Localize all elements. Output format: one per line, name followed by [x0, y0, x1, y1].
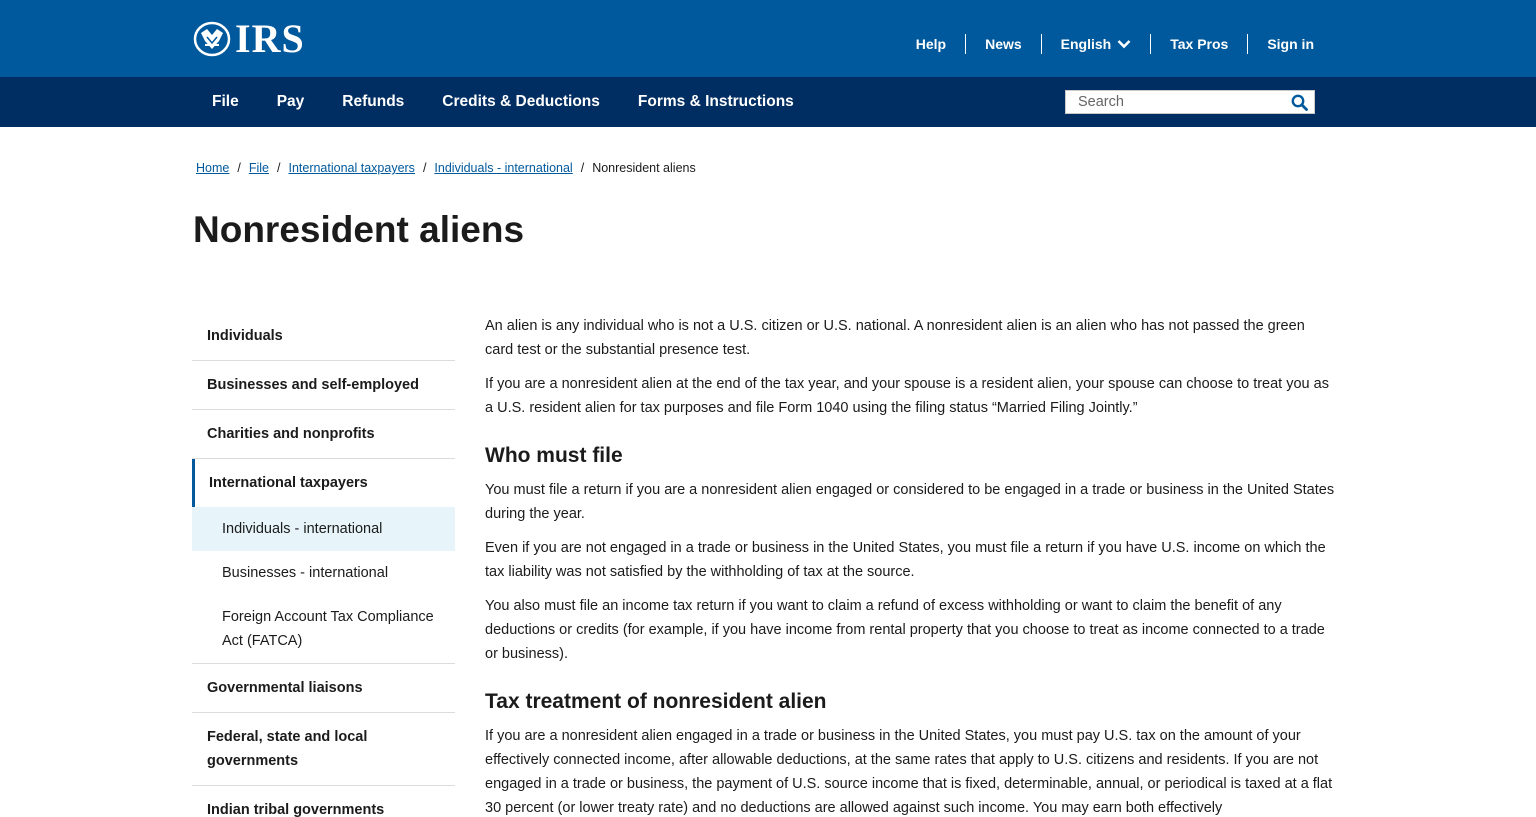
- logo-text: IRS: [235, 16, 305, 61]
- sidebar-item-businesses[interactable]: Businesses and self-employed: [192, 361, 455, 410]
- page-title: Nonresident aliens: [193, 209, 525, 250]
- who-paragraph: You must file a return if you are a nonr…: [485, 482, 1335, 522]
- section-heading-tax-treatment: Tax treatment of nonresident alien: [485, 690, 827, 713]
- sidebar-item-international-taxpayers[interactable]: International taxpayers: [192, 459, 455, 507]
- search-input[interactable]: [1066, 91, 1286, 113]
- news-link[interactable]: News: [965, 34, 1041, 54]
- section-heading-who-must-file: Who must file: [485, 444, 623, 467]
- breadcrumb-separator: /: [276, 161, 281, 175]
- language-dropdown[interactable]: English: [1040, 34, 1151, 54]
- nav-credits-deductions[interactable]: Credits & Deductions: [423, 77, 619, 127]
- news-label: News: [985, 36, 1022, 52]
- breadcrumb-separator: /: [580, 161, 585, 175]
- nav-refunds[interactable]: Refunds: [323, 77, 423, 127]
- sign-in-link[interactable]: Sign in: [1247, 34, 1314, 54]
- language-label: English: [1060, 36, 1112, 52]
- sidebar-item-governmental-liaisons[interactable]: Governmental liaisons: [192, 664, 455, 713]
- breadcrumb-home[interactable]: Home: [196, 161, 229, 175]
- breadcrumb-separator: /: [422, 161, 427, 175]
- sidebar-item-charities[interactable]: Charities and nonprofits: [192, 410, 455, 459]
- utility-nav: Help News English Tax Pros Sign in: [897, 34, 1314, 54]
- nav-file[interactable]: File: [193, 77, 258, 127]
- search-icon[interactable]: [1291, 94, 1308, 111]
- breadcrumb-file[interactable]: File: [249, 161, 269, 175]
- help-label: Help: [915, 36, 947, 52]
- nav-pay[interactable]: Pay: [258, 77, 324, 127]
- sidebar-subitem-individuals-international[interactable]: Individuals - international: [192, 507, 455, 551]
- main-content: An alien is any individual who is not a …: [485, 314, 1335, 817]
- help-link[interactable]: Help: [897, 34, 965, 54]
- intro-paragraph: An alien is any individual who is not a …: [485, 318, 1305, 358]
- sidebar-item-federal-state-local[interactable]: Federal, state and local governments: [192, 713, 455, 786]
- sidebar-subitem-fatca[interactable]: Foreign Account Tax Compliance Act (FATC…: [192, 595, 455, 664]
- irs-logo[interactable]: IRS: [193, 16, 305, 61]
- sidebar-item-indian-tribal[interactable]: Indian tribal governments: [192, 786, 455, 817]
- breadcrumb: Home / File / International taxpayers / …: [196, 159, 696, 177]
- tax-paragraph: If you are a nonresident alien engaged i…: [485, 728, 1333, 816]
- tax-pros-link[interactable]: Tax Pros: [1150, 34, 1247, 54]
- sign-in-label: Sign in: [1267, 36, 1314, 52]
- top-header: IRS Help News English Tax Pros Sign in: [0, 0, 1536, 77]
- irs-eagle-icon: [193, 21, 231, 57]
- sidebar-item-individuals[interactable]: Individuals: [192, 314, 455, 361]
- breadcrumb-separator: /: [237, 161, 241, 175]
- breadcrumb-individuals-international[interactable]: Individuals - international: [434, 161, 572, 175]
- sidebar-subitem-businesses-international[interactable]: Businesses - international: [192, 551, 455, 595]
- breadcrumb-current: Nonresident aliens: [592, 161, 696, 175]
- tax-pros-label: Tax Pros: [1170, 36, 1229, 52]
- intro-paragraph: If you are a nonresident alien at the en…: [485, 376, 1329, 416]
- nav-forms-instructions[interactable]: Forms & Instructions: [619, 77, 813, 127]
- main-nav: File Pay Refunds Credits & Deductions Fo…: [0, 77, 1536, 127]
- search-box: [1065, 90, 1315, 114]
- breadcrumb-international-taxpayers[interactable]: International taxpayers: [288, 161, 414, 175]
- sidebar-nav: Individuals Businesses and self-employed…: [192, 314, 455, 817]
- who-paragraph: You also must file an income tax return …: [485, 598, 1325, 662]
- chevron-down-icon: [1117, 40, 1131, 49]
- who-paragraph: Even if you are not engaged in a trade o…: [485, 540, 1326, 580]
